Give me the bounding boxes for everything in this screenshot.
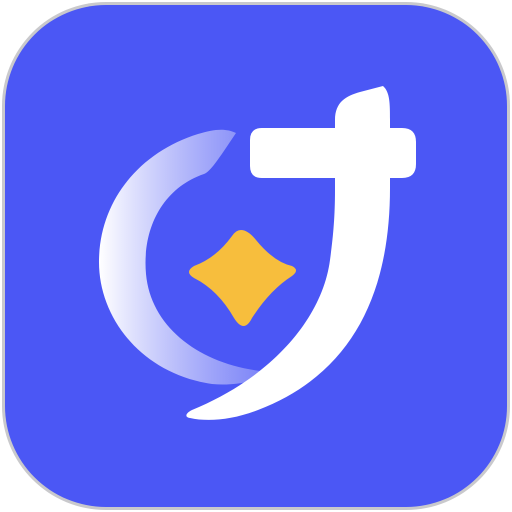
app-icon-canvas bbox=[0, 0, 512, 512]
j-crossbar-shape bbox=[250, 128, 416, 178]
app-icon[interactable] bbox=[0, 0, 512, 512]
